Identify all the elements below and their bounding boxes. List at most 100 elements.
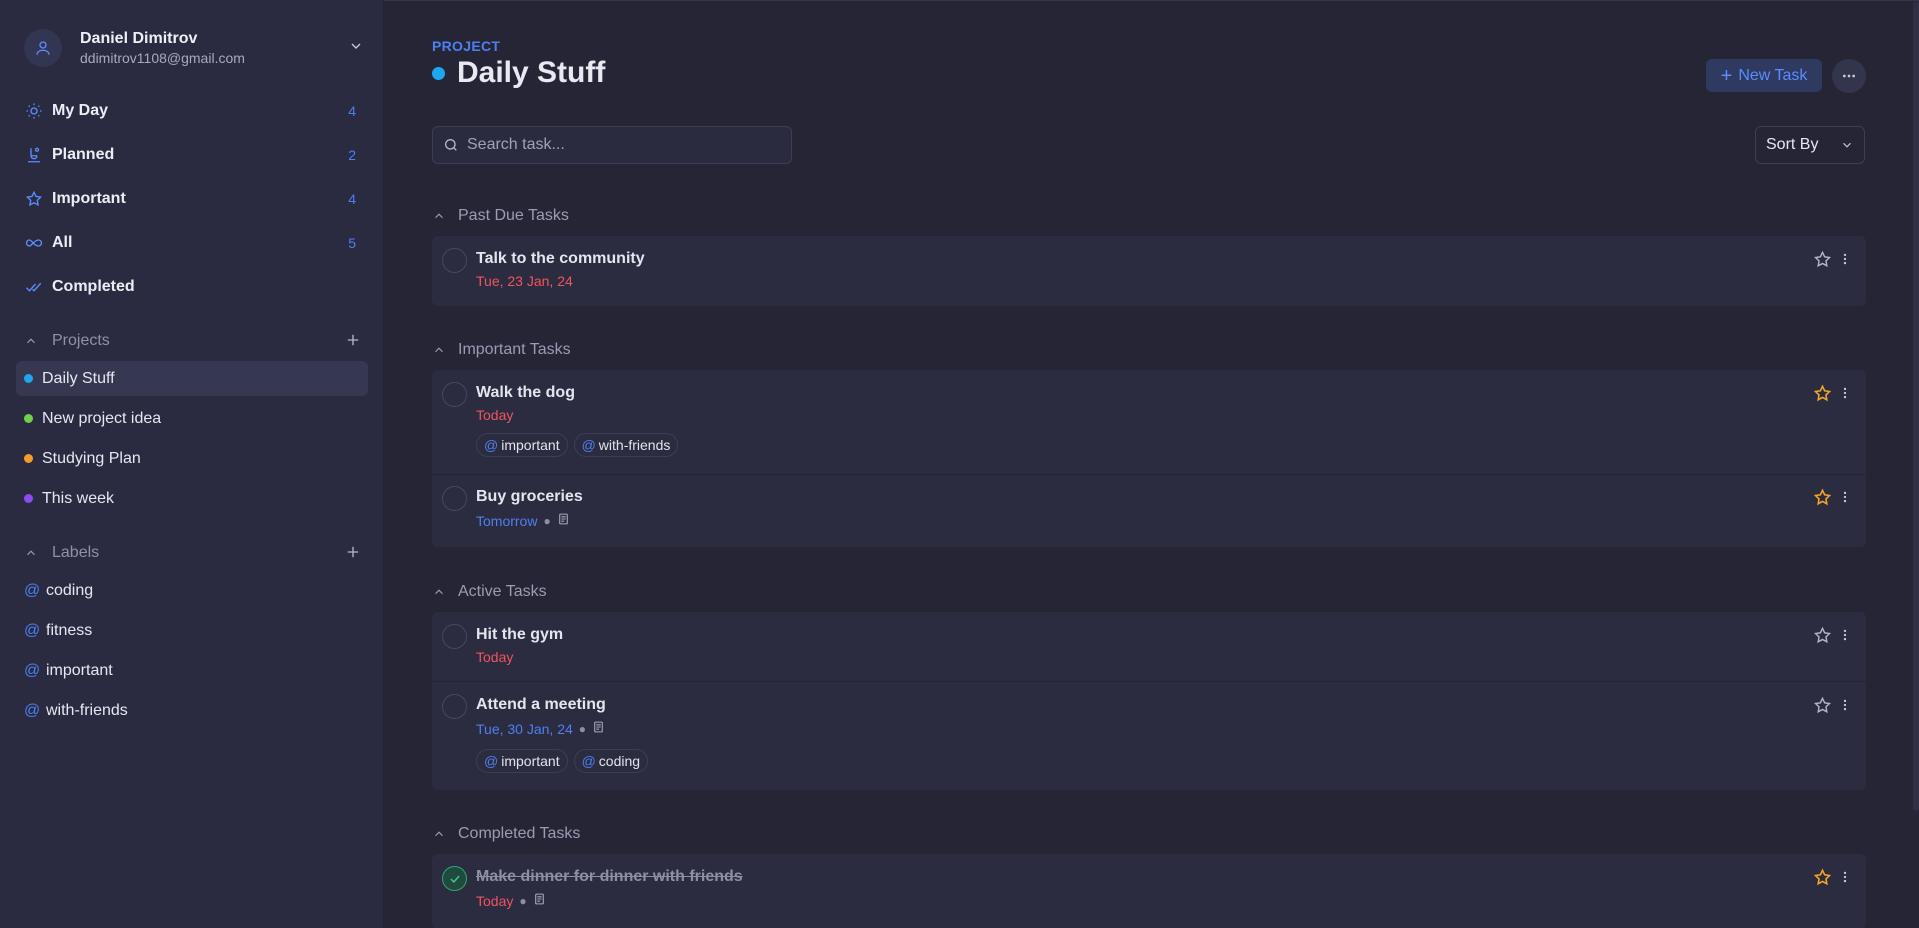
more-vertical-icon[interactable] xyxy=(1838,624,1852,646)
sort-label: Sort By xyxy=(1766,136,1819,153)
project-item-this-week[interactable]: This week xyxy=(16,481,368,516)
more-horizontal-icon xyxy=(1843,74,1855,78)
scrollbar[interactable] xyxy=(1913,1,1919,811)
task-checkbox[interactable] xyxy=(442,382,467,407)
label-item-fitness[interactable]: @ fitness xyxy=(24,618,356,644)
tag-label: important xyxy=(501,437,560,453)
infinity-icon xyxy=(24,233,44,253)
chevron-up-icon[interactable] xyxy=(432,585,446,599)
calendar-icon xyxy=(24,145,44,165)
group-title: Past Due Tasks xyxy=(458,207,569,224)
group-header-active[interactable]: Active Tasks xyxy=(432,581,547,603)
task-item[interactable]: Buy groceries Tomorrow ● xyxy=(432,475,1866,547)
nav-label: My Day xyxy=(52,102,109,119)
nav-label: Planned xyxy=(52,146,115,163)
group-header-past-due[interactable]: Past Due Tasks xyxy=(432,205,569,227)
tag-chip[interactable]: @ important xyxy=(476,433,568,457)
task-tags: @ important @ coding xyxy=(476,749,654,773)
more-vertical-icon[interactable] xyxy=(1838,486,1852,508)
chevron-up-icon[interactable] xyxy=(432,343,446,357)
user-icon xyxy=(36,41,50,55)
task-title: Talk to the community xyxy=(476,250,645,267)
task-checkbox-checked[interactable] xyxy=(442,866,467,891)
task-checkbox[interactable] xyxy=(442,694,467,719)
add-label-button[interactable] xyxy=(344,543,362,566)
star-filled-icon[interactable] xyxy=(1811,866,1833,888)
nav-count: 2 xyxy=(348,147,356,163)
group-header-completed[interactable]: Completed Tasks xyxy=(432,823,580,845)
nav-label: Important xyxy=(52,190,126,207)
project-item-daily-stuff[interactable]: Daily Stuff xyxy=(16,361,368,396)
chevron-up-icon[interactable] xyxy=(432,827,446,841)
nav-planned[interactable]: Planned 2 xyxy=(24,141,356,169)
star-filled-icon[interactable] xyxy=(1811,382,1833,404)
more-vertical-icon[interactable] xyxy=(1838,866,1852,888)
task-item[interactable]: Walk the dog Today @ important @ with-frie… xyxy=(432,370,1866,474)
tag-label: with-friends xyxy=(598,437,671,453)
search-input[interactable] xyxy=(467,136,767,154)
project-label: This week xyxy=(42,489,115,507)
task-due-date: Tomorrow xyxy=(476,512,538,529)
chevron-up-icon[interactable] xyxy=(432,209,446,223)
more-vertical-icon[interactable] xyxy=(1838,382,1852,404)
tag-chip[interactable]: @ coding xyxy=(573,749,649,773)
project-item-new-project-idea[interactable]: New project idea xyxy=(16,401,368,436)
label-text: fitness xyxy=(46,622,93,639)
group-header-important[interactable]: Important Tasks xyxy=(432,339,571,361)
project-color-dot xyxy=(24,414,33,423)
at-icon: @ xyxy=(24,582,41,599)
user-email: ddimitrov1108@gmail.com xyxy=(80,50,245,66)
task-checkbox[interactable] xyxy=(442,486,467,511)
search-icon xyxy=(445,139,457,151)
task-item[interactable]: Hit the gym Today xyxy=(432,612,1866,681)
task-item[interactable]: Attend a meeting Tue, 30 Jan, 24 ● @ impo… xyxy=(432,682,1866,790)
labels-section-header[interactable]: Labels xyxy=(24,541,359,565)
projects-section-header[interactable]: Projects xyxy=(24,329,359,353)
chevron-up-icon[interactable] xyxy=(24,334,38,348)
projects-section-title: Projects xyxy=(52,332,110,349)
project-color-dot xyxy=(24,454,33,463)
task-list-completed: Make dinner for dinner with friends Toda… xyxy=(432,854,1866,928)
tag-chip[interactable]: @ with-friends xyxy=(573,433,679,457)
nav-count: 4 xyxy=(348,191,356,207)
nav-completed[interactable]: Completed xyxy=(24,273,356,301)
note-icon xyxy=(557,512,570,529)
tag-chip[interactable]: @ important xyxy=(476,749,568,773)
task-meta: Today xyxy=(476,407,513,423)
check-icon xyxy=(449,875,460,883)
label-item-coding[interactable]: @ coding xyxy=(24,578,356,604)
task-item[interactable]: Make dinner for dinner with friends Toda… xyxy=(432,854,1866,928)
nav-my-day[interactable]: My Day 4 xyxy=(24,97,356,125)
page-title: Daily Stuff xyxy=(457,56,606,89)
star-filled-icon[interactable] xyxy=(1811,486,1833,508)
chevron-up-icon[interactable] xyxy=(24,546,38,560)
task-checkbox[interactable] xyxy=(442,624,467,649)
sort-by-dropdown[interactable]: Sort By xyxy=(1755,126,1865,164)
task-meta: Tue, 23 Jan, 24 xyxy=(476,273,573,289)
nav-important[interactable]: Important 4 xyxy=(24,185,356,213)
task-checkbox[interactable] xyxy=(442,248,467,273)
star-outline-icon[interactable] xyxy=(1811,248,1833,270)
label-text: coding xyxy=(46,582,94,599)
more-vertical-icon[interactable] xyxy=(1838,694,1852,716)
task-due-date: Tue, 23 Jan, 24 xyxy=(476,273,573,289)
more-options-button[interactable] xyxy=(1832,59,1866,93)
project-item-studying-plan[interactable]: Studying Plan xyxy=(16,441,368,476)
separator-dot: ● xyxy=(519,893,527,908)
sidebar: Daniel Dimitrov ddimitrov1108@gmail.com … xyxy=(0,0,384,928)
at-icon: @ xyxy=(24,662,41,679)
star-outline-icon[interactable] xyxy=(1811,694,1833,716)
task-item[interactable]: Talk to the community Tue, 23 Jan, 24 xyxy=(432,236,1866,306)
new-task-button[interactable]: + New Task xyxy=(1706,59,1822,92)
project-label: Daily Stuff xyxy=(42,369,115,387)
more-vertical-icon[interactable] xyxy=(1838,248,1852,270)
add-project-button[interactable] xyxy=(344,331,362,354)
tag-label: important xyxy=(501,753,560,769)
star-outline-icon[interactable] xyxy=(1811,624,1833,646)
label-item-important[interactable]: @ important xyxy=(24,658,356,684)
star-icon xyxy=(24,189,44,209)
chevron-down-icon[interactable] xyxy=(348,38,364,59)
nav-all[interactable]: All 5 xyxy=(24,229,356,257)
label-item-with-friends[interactable]: @ with-friends xyxy=(24,698,356,724)
user-profile-menu[interactable]: Daniel Dimitrov ddimitrov1108@gmail.com xyxy=(24,28,364,68)
